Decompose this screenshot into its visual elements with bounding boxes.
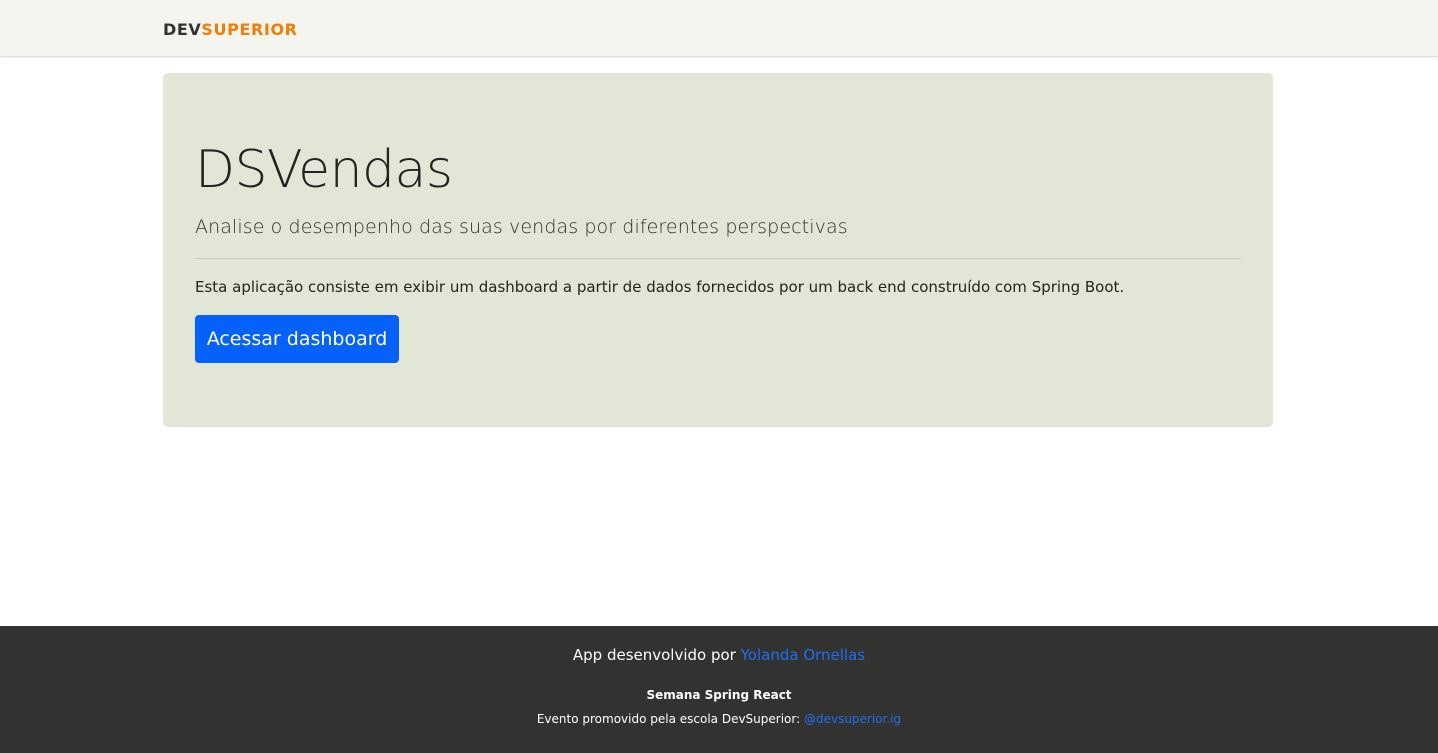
page: DEV SUPERIOR DSVendas Analise o desempenh… — [0, 0, 1438, 753]
access-dashboard-button[interactable]: Acessar dashboard — [195, 315, 399, 363]
page-title: DSVendas — [195, 140, 453, 200]
event-info: Evento promovido pela escola DevSuperior… — [0, 711, 1438, 727]
event-info-prefix: Evento promovido pela escola DevSuperior… — [536, 712, 804, 726]
lead-text: Analise o desempenho das suas vendas por… — [195, 216, 848, 238]
developer-link[interactable]: Yolanda Ornellas — [741, 646, 865, 664]
footer-credits-prefix: App desenvolvido por — [572, 646, 741, 664]
description-text: Esta aplicação consiste em exibir um das… — [195, 278, 1125, 296]
navbar: DEV SUPERIOR — [0, 0, 1438, 57]
instagram-link[interactable]: @devsuperior.ig — [804, 712, 901, 726]
divider — [195, 258, 1241, 259]
logo-superior-text: SUPERIOR — [201, 20, 298, 39]
jumbotron: DSVendas Analise o desempenho das suas v… — [163, 73, 1273, 427]
footer-credits: App desenvolvido por Yolanda Ornellas — [0, 644, 1438, 666]
devsuperior-logo[interactable]: DEV SUPERIOR — [163, 20, 298, 40]
logo-dev-text: DEV — [163, 20, 202, 39]
footer: App desenvolvido por Yolanda Ornellas Se… — [0, 626, 1438, 753]
event-title: Semana Spring React — [646, 688, 792, 702]
